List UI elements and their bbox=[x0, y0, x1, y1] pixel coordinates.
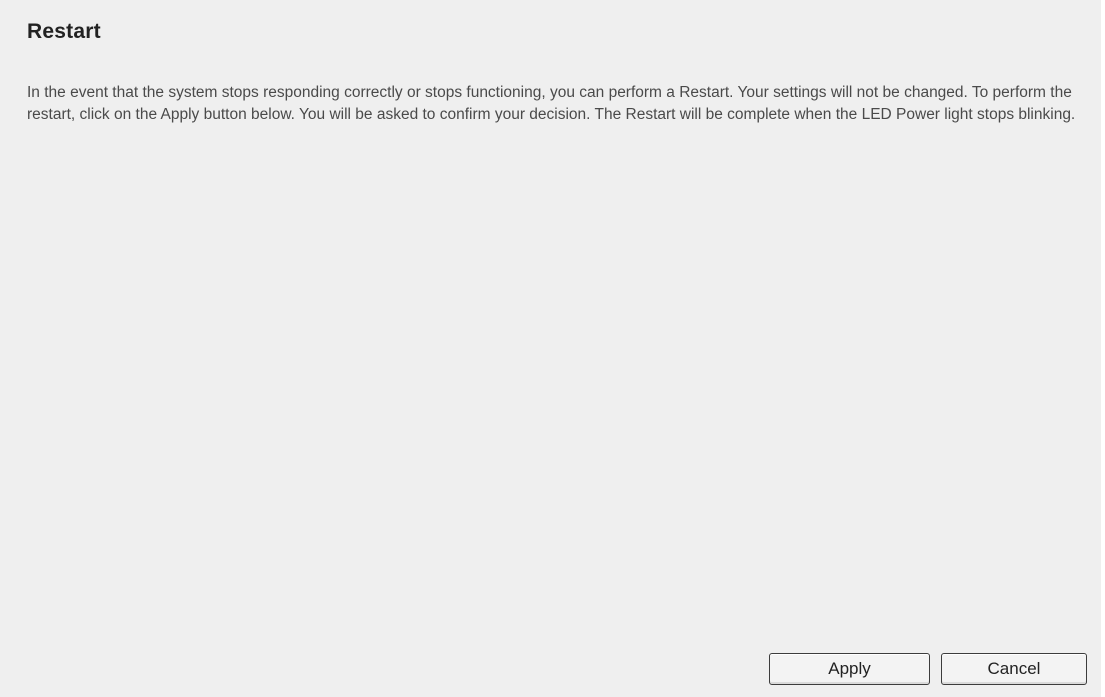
cancel-button[interactable]: Cancel bbox=[941, 653, 1087, 685]
action-bar: Apply Cancel bbox=[769, 653, 1087, 685]
restart-panel: Restart In the event that the system sto… bbox=[0, 0, 1101, 697]
restart-description: In the event that the system stops respo… bbox=[27, 84, 1076, 123]
apply-button[interactable]: Apply bbox=[769, 653, 930, 685]
page-title: Restart bbox=[27, 20, 101, 43]
